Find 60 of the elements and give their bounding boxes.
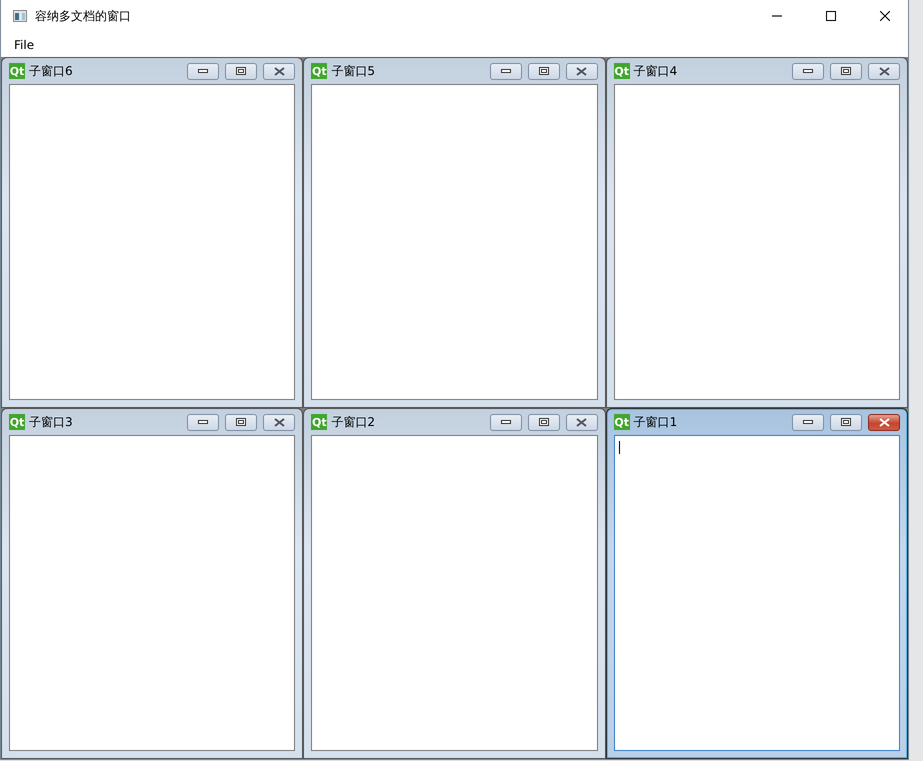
close-button[interactable] [566, 414, 598, 430]
minimize-button[interactable] [792, 414, 824, 430]
subwindow-title: 子窗口6 [29, 62, 74, 80]
subwindow-title: 子窗口1 [634, 414, 678, 430]
restore-icon [841, 418, 851, 426]
subwindow-title: 子窗口5 [331, 62, 376, 80]
subwindow[interactable]: Qt 子窗口6 [1, 57, 304, 408]
minimize-icon [500, 420, 511, 424]
subwindow[interactable]: Qt 子窗口1 [606, 408, 908, 759]
subwindow[interactable]: Qt 子窗口5 [303, 57, 606, 408]
restore-icon [236, 418, 246, 426]
restore-button[interactable] [528, 414, 560, 430]
restore-button[interactable] [225, 414, 258, 430]
subwindow-title: 子窗口2 [331, 414, 376, 430]
app-logo: Qt [9, 414, 25, 430]
subwindow[interactable]: Qt 子窗口4 [606, 57, 908, 408]
text-cursor [618, 441, 620, 454]
minimize-icon [500, 69, 511, 73]
maximize-icon [826, 11, 836, 21]
close-button[interactable] [263, 62, 296, 80]
close-icon [274, 66, 285, 76]
minimize-button[interactable] [490, 414, 522, 430]
restore-icon [236, 67, 246, 75]
restore-icon [538, 67, 549, 75]
close-button[interactable] [263, 414, 296, 430]
subwindow-title: 子窗口3 [29, 414, 74, 430]
menu-item[interactable]: File [7, 38, 42, 52]
minimize-button[interactable] [187, 62, 220, 80]
minimize-button[interactable] [490, 62, 522, 80]
restore-button[interactable] [830, 62, 862, 80]
restore-icon [538, 418, 549, 426]
restore-button[interactable] [225, 62, 258, 80]
minimize-icon [198, 69, 208, 73]
app-logo: Qt [9, 63, 25, 79]
minimize-button[interactable] [792, 62, 824, 80]
close-icon [576, 66, 588, 76]
app-logo: Qt [614, 63, 630, 79]
close-icon [878, 418, 890, 426]
close-icon [576, 418, 588, 426]
close-button[interactable] [868, 414, 900, 430]
minimize-icon [198, 420, 208, 424]
subwindow[interactable]: Qt 子窗口3 [1, 408, 304, 759]
window-icon [13, 10, 27, 22]
close-icon [878, 66, 890, 76]
minimize-icon [803, 69, 813, 73]
minimize-icon [803, 420, 813, 424]
close-button[interactable] [868, 62, 900, 80]
close-button[interactable] [566, 62, 598, 80]
app-logo: Qt [311, 63, 328, 79]
restore-icon [841, 67, 851, 75]
app-logo: Qt [614, 414, 630, 430]
subwindow[interactable]: Qt 子窗口2 [303, 408, 606, 759]
restore-button[interactable] [528, 62, 560, 80]
subwindow-title: 子窗口4 [634, 62, 678, 80]
minimize-button[interactable] [187, 414, 220, 430]
close-icon [274, 418, 285, 426]
restore-button[interactable] [830, 414, 862, 430]
close-icon [880, 11, 890, 21]
window-title: 容纳多文档的窗口 [35, 8, 132, 24]
app-logo: Qt [311, 414, 328, 430]
